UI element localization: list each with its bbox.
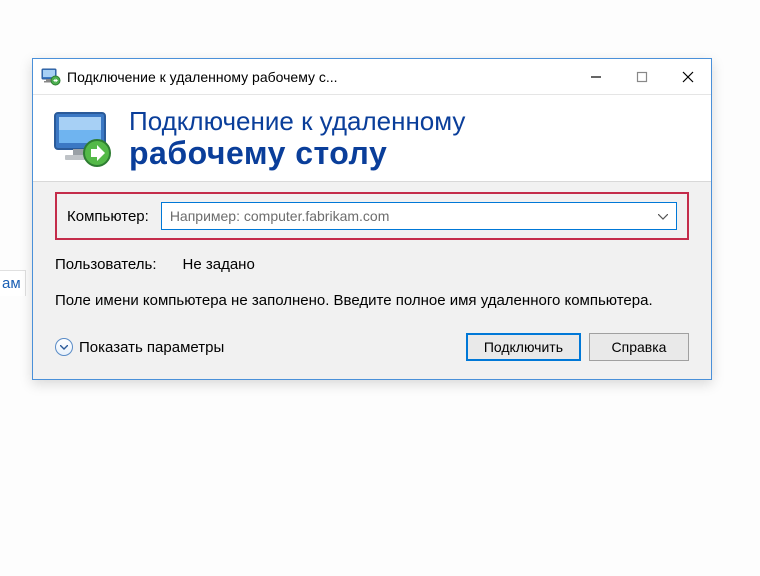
chevron-down-icon: [658, 207, 668, 225]
dialog-body: Компьютер: Например: computer.fabrikam.c…: [33, 181, 711, 379]
help-button[interactable]: Справка: [589, 333, 689, 361]
rdp-dialog: Подключение к удаленному рабочему с...: [32, 58, 712, 380]
window-title: Подключение к удаленному рабочему с...: [67, 69, 338, 85]
maximize-button[interactable]: [619, 59, 665, 94]
user-row: Пользователь: Не задано: [55, 256, 689, 273]
banner-title-line2: рабочему столу: [129, 136, 465, 171]
computer-placeholder: Например: computer.fabrikam.com: [170, 208, 390, 224]
window-controls: [573, 59, 711, 94]
hint-text: Поле имени компьютера не заполнено. Введ…: [55, 291, 689, 311]
show-options-toggle[interactable]: Показать параметры: [55, 338, 224, 356]
user-value: Не задано: [183, 256, 255, 273]
titlebar: Подключение к удаленному рабочему с...: [33, 59, 711, 95]
computer-combobox[interactable]: Например: computer.fabrikam.com: [161, 202, 677, 230]
footer-row: Показать параметры Подключить Справка: [55, 333, 689, 361]
minimize-button[interactable]: [573, 59, 619, 94]
chevron-down-circle-icon: [55, 338, 73, 356]
background-link-fragment: ам: [0, 270, 26, 296]
banner-title-line1: Подключение к удаленному: [129, 107, 465, 136]
connect-button[interactable]: Подключить: [466, 333, 581, 361]
header-banner: Подключение к удаленному рабочему столу: [33, 95, 711, 181]
close-button[interactable]: [665, 59, 711, 94]
app-icon: [41, 67, 61, 87]
user-label: Пользователь:: [55, 256, 157, 273]
show-options-label: Показать параметры: [79, 339, 224, 356]
computer-label: Компьютер:: [67, 208, 149, 225]
computer-field-highlight: Компьютер: Например: computer.fabrikam.c…: [55, 192, 689, 240]
monitor-icon: [51, 107, 115, 171]
